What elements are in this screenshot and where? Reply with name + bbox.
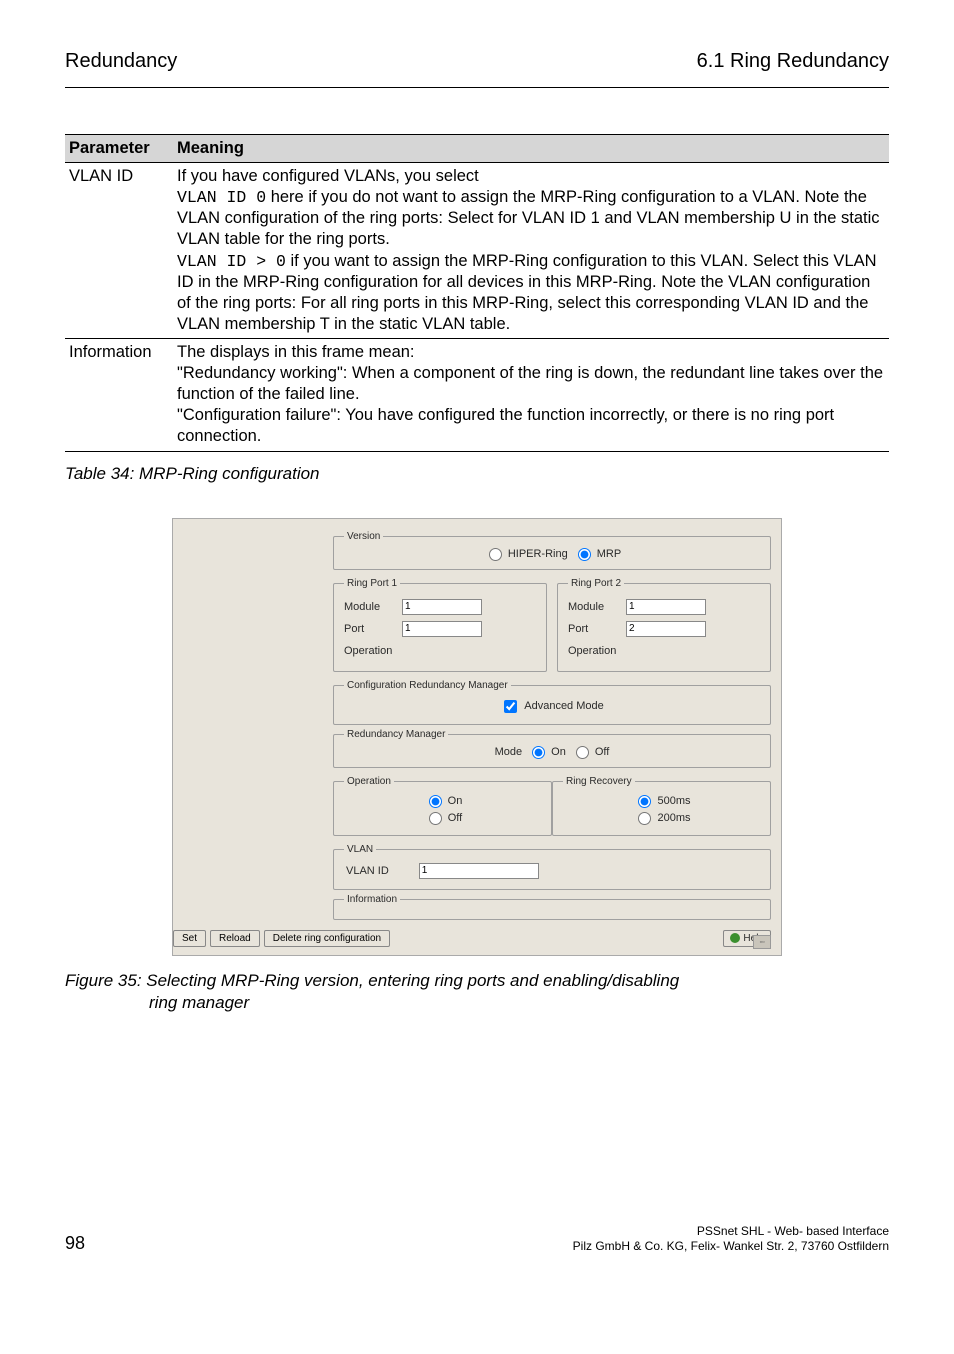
delete-ring-config-button[interactable]: Delete ring configuration (264, 930, 390, 947)
port-label: Port (344, 623, 402, 635)
op-off-label: Off (448, 812, 462, 824)
code-text: VLAN ID 0 (177, 188, 266, 207)
information-group: Information (333, 894, 771, 920)
ring-recovery-group: Ring Recovery 500ms 200ms (552, 776, 771, 836)
param-name: Information (65, 338, 173, 451)
header-left: Redundancy (65, 50, 177, 73)
caption-line2: ring manager (65, 992, 889, 1014)
param-name: VLAN ID (65, 163, 173, 339)
code-text: VLAN ID > 0 (177, 252, 286, 271)
footer-text: PSSnet SHL - Web- based Interface Pilz G… (573, 1224, 889, 1254)
module-label: Module (568, 601, 626, 613)
rm-on-radio[interactable] (532, 746, 545, 759)
th-parameter: Parameter (65, 135, 173, 163)
mrp-radio[interactable] (578, 548, 591, 561)
th-meaning: Meaning (173, 135, 889, 163)
reload-button[interactable]: Reload (210, 930, 260, 947)
version-group: Version HIPER-Ring MRP (333, 531, 771, 570)
rp1-module-input[interactable] (402, 599, 482, 615)
footer-line1: PSSnet SHL - Web- based Interface (697, 1224, 889, 1238)
information-legend: Information (344, 894, 400, 905)
rm-legend: Redundancy Manager (344, 729, 448, 740)
rp2-port-input[interactable] (626, 621, 706, 637)
table-row: VLAN ID If you have configured VLANs, yo… (65, 163, 889, 339)
set-button[interactable]: Set (173, 930, 206, 947)
rr-500-label: 500ms (657, 795, 690, 807)
rp2-module-input[interactable] (626, 599, 706, 615)
parameter-table: Parameter Meaning VLAN ID If you have co… (65, 134, 889, 452)
vlan-id-input[interactable] (419, 863, 539, 879)
ring-port-2-group: Ring Port 2 Module Port Operation (557, 578, 771, 672)
crm-group: Configuration Redundancy Manager Advance… (333, 680, 771, 725)
module-label: Module (344, 601, 402, 613)
op-on-label: On (448, 795, 463, 807)
config-screenshot: Version HIPER-Ring MRP Ring Port 1 Modul… (172, 518, 782, 956)
text: here if you do not want to assign the MR… (177, 188, 880, 248)
rp1-port-input[interactable] (402, 621, 482, 637)
hiper-ring-label: HIPER-Ring (508, 548, 568, 560)
operation-legend: Operation (344, 776, 394, 787)
caption-line1: Figure 35: Selecting MRP-Ring version, e… (65, 971, 679, 990)
page-number: 98 (65, 1233, 85, 1254)
rr-500-radio[interactable] (638, 795, 651, 808)
header-rule (65, 87, 889, 88)
table-caption: Table 34: MRP-Ring configuration (65, 464, 889, 484)
rm-off-radio[interactable] (576, 746, 589, 759)
mode-label: Mode (495, 746, 523, 758)
table-row: Information The displays in this frame m… (65, 338, 889, 451)
hiper-ring-radio[interactable] (489, 548, 502, 561)
ring-port-1-legend: Ring Port 1 (344, 578, 400, 589)
version-legend: Version (344, 531, 383, 542)
rm-on-label: On (551, 746, 566, 758)
vlan-group: VLAN VLAN ID (333, 844, 771, 890)
header-right: 6.1 Ring Redundancy (697, 50, 889, 73)
footer-line2: Pilz GmbH & Co. KG, Felix- Wankel Str. 2… (573, 1239, 889, 1253)
redundancy-manager-group: Redundancy Manager Mode On Off (333, 729, 771, 768)
port-label: Port (568, 623, 626, 635)
vlan-legend: VLAN (344, 844, 376, 855)
rr-200-label: 200ms (657, 812, 690, 824)
page-header: Redundancy 6.1 Ring Redundancy (65, 50, 889, 73)
rr-200-radio[interactable] (638, 812, 651, 825)
op-on-radio[interactable] (429, 795, 442, 808)
vlan-id-label: VLAN ID (346, 865, 389, 877)
crm-legend: Configuration Redundancy Manager (344, 680, 511, 691)
mrp-label: MRP (597, 548, 621, 560)
op-off-radio[interactable] (429, 812, 442, 825)
resize-handle-icon: ▫▫ (753, 935, 771, 949)
param-meaning: If you have configured VLANs, you select… (173, 163, 889, 339)
ring-port-1-group: Ring Port 1 Module Port Operation (333, 578, 547, 672)
param-meaning: The displays in this frame mean: "Redund… (173, 338, 889, 451)
operation-label: Operation (568, 645, 626, 657)
operation-label: Operation (344, 645, 402, 657)
text: If you have configured VLANs, you select (177, 167, 479, 185)
ring-port-2-legend: Ring Port 2 (568, 578, 624, 589)
recovery-legend: Ring Recovery (563, 776, 635, 787)
help-icon (730, 933, 740, 943)
advanced-mode-label: Advanced Mode (524, 700, 604, 712)
rm-off-label: Off (595, 746, 609, 758)
advanced-mode-checkbox[interactable] (504, 700, 517, 713)
figure-caption: Figure 35: Selecting MRP-Ring version, e… (65, 970, 889, 1014)
page-footer: 98 PSSnet SHL - Web- based Interface Pil… (65, 1224, 889, 1254)
operation-group: Operation On Off (333, 776, 552, 836)
